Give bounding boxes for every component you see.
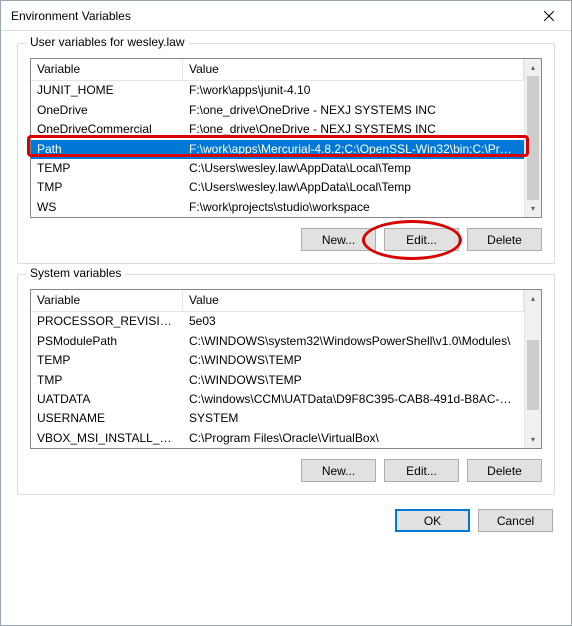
close-icon [544, 11, 554, 21]
titlebar: Environment Variables [1, 1, 571, 31]
user-var-name: TMP [31, 178, 183, 197]
system-vars-group: System variables Variable Value PROCESSO… [17, 274, 555, 495]
user-var-name: OneDrive [31, 101, 183, 120]
user-var-name: TEMP [31, 159, 183, 178]
dialog-footer: OK Cancel [17, 505, 555, 534]
scroll-down-icon[interactable]: ▾ [525, 431, 541, 448]
scroll-thumb[interactable] [527, 340, 539, 410]
close-button[interactable] [526, 1, 571, 31]
sys-var-name: PSModulePath [31, 332, 183, 351]
sys-var-name: TEMP [31, 351, 183, 370]
ok-button[interactable]: OK [395, 509, 470, 532]
user-var-value: F:\work\apps\junit-4.10 [183, 81, 524, 100]
sys-delete-button[interactable]: Delete [467, 459, 542, 482]
scroll-up-icon[interactable]: ▴ [525, 290, 541, 307]
user-vars-list[interactable]: Variable Value JUNIT_HOMEF:\work\apps\ju… [30, 58, 542, 218]
sys-var-value: C:\WINDOWS\TEMP [183, 351, 524, 370]
user-new-button[interactable]: New... [301, 228, 376, 251]
sys-var-value: SYSTEM [183, 409, 524, 428]
user-var-value: C:\Users\wesley.law\AppData\Local\Temp [183, 178, 524, 197]
window-title: Environment Variables [1, 9, 131, 23]
user-col-value[interactable]: Value [183, 59, 524, 81]
env-vars-dialog: Environment Variables User variables for… [0, 0, 572, 626]
sys-var-value: C:\Program Files\Oracle\VirtualBox\ [183, 429, 524, 448]
user-var-value: C:\Users\wesley.law\AppData\Local\Temp [183, 159, 524, 178]
sys-var-name: UATDATA [31, 390, 183, 409]
system-vars-list[interactable]: Variable Value PROCESSOR_REVISION5e03PSM… [30, 289, 542, 449]
sys-scrollbar[interactable]: ▴ ▾ [524, 290, 541, 448]
sys-new-button[interactable]: New... [301, 459, 376, 482]
system-vars-legend: System variables [26, 266, 125, 280]
user-var-name: JUNIT_HOME [31, 81, 183, 100]
user-var-name: Path [31, 140, 183, 159]
user-var-name: OneDriveCommercial [31, 120, 183, 139]
user-scrollbar[interactable]: ▴ ▾ [524, 59, 541, 217]
sys-var-value: C:\WINDOWS\system32\WindowsPowerShell\v1… [183, 332, 524, 351]
sys-var-name: PROCESSOR_REVISION [31, 312, 183, 331]
user-col-variable[interactable]: Variable [31, 59, 183, 81]
sys-var-name: VBOX_MSI_INSTALL_PATH [31, 429, 183, 448]
user-vars-group: User variables for wesley.law Variable V… [17, 43, 555, 264]
user-var-value: F:\work\projects\studio\workspace [183, 198, 524, 217]
user-var-value: F:\work\apps\Mercurial-4.8.2;C:\OpenSSL-… [183, 140, 524, 159]
cancel-button[interactable]: Cancel [478, 509, 553, 532]
sys-var-value: 5e03 [183, 312, 524, 331]
sys-edit-button[interactable]: Edit... [384, 459, 459, 482]
user-var-name: WS [31, 198, 183, 217]
sys-col-variable[interactable]: Variable [31, 290, 183, 312]
sys-var-value: C:\windows\CCM\UATData\D9F8C395-CAB8-491… [183, 390, 524, 409]
dialog-body: User variables for wesley.law Variable V… [1, 31, 571, 625]
user-edit-button[interactable]: Edit... [384, 228, 459, 251]
sys-var-name: USERNAME [31, 409, 183, 428]
user-vars-legend: User variables for wesley.law [26, 35, 189, 49]
user-buttons: New... Edit... Delete [30, 228, 542, 251]
user-delete-button[interactable]: Delete [467, 228, 542, 251]
scroll-up-icon[interactable]: ▴ [525, 59, 541, 76]
system-buttons: New... Edit... Delete [30, 459, 542, 482]
sys-var-name: TMP [31, 371, 183, 390]
user-var-value: F:\one_drive\OneDrive - NEXJ SYSTEMS INC [183, 120, 524, 139]
scroll-thumb[interactable] [527, 76, 539, 200]
scroll-down-icon[interactable]: ▾ [525, 200, 541, 217]
sys-col-value[interactable]: Value [183, 290, 524, 312]
sys-var-value: C:\WINDOWS\TEMP [183, 371, 524, 390]
user-var-value: F:\one_drive\OneDrive - NEXJ SYSTEMS INC [183, 101, 524, 120]
